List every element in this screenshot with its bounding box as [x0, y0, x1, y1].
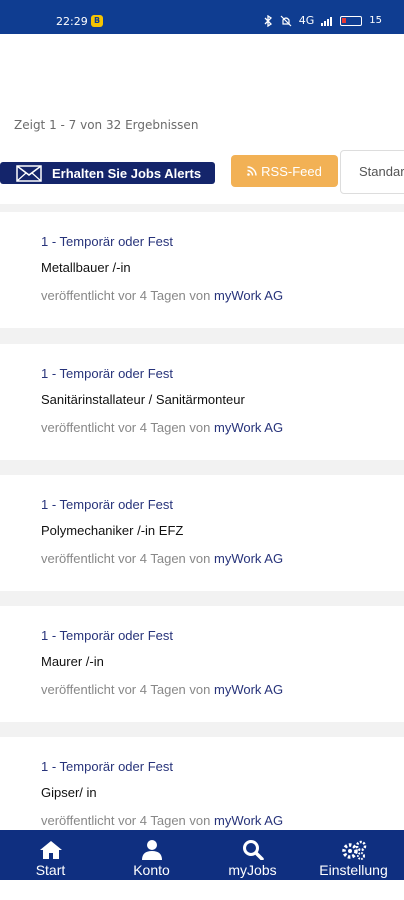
job-alerts-label: Erhalten Sie Jobs Alerts [52, 165, 202, 181]
search-icon [242, 840, 264, 860]
signal-icon [321, 16, 333, 26]
battery-percent: 15 [369, 15, 382, 26]
rss-icon [247, 166, 257, 176]
nav-myjobs[interactable]: myJobs [202, 830, 303, 880]
job-company[interactable]: myWork AG [214, 551, 283, 566]
status-right: 4G 15 [263, 14, 382, 27]
nav-start[interactable]: Start [0, 830, 101, 880]
nav-einstellung[interactable]: Einstellung [303, 830, 404, 880]
status-bar: 22:29 B 4G 15 [0, 0, 404, 34]
job-meta: veröffentlicht vor 4 Tagen von myWork AG [41, 813, 283, 828]
battery-icon [340, 15, 363, 26]
job-meta: veröffentlicht vor 4 Tagen von myWork AG [41, 420, 283, 435]
job-card[interactable]: 1 - Temporär oder Fest Metallbauer /-in … [0, 212, 404, 328]
job-published: veröffentlicht vor 4 Tagen von [41, 682, 211, 697]
job-published: veröffentlicht vor 4 Tagen von [41, 813, 211, 828]
user-icon [141, 840, 162, 860]
job-company[interactable]: myWork AG [214, 682, 283, 697]
system-nav-area [0, 880, 404, 900]
job-card[interactable]: 1 - Temporär oder Fest Sanitärinstallate… [0, 344, 404, 460]
job-published: veröffentlicht vor 4 Tagen von [41, 288, 211, 303]
nav-myjobs-label: myJobs [228, 862, 277, 878]
gears-icon [341, 840, 366, 860]
status-time: 22:29 [56, 15, 88, 28]
job-company[interactable]: myWork AG [214, 288, 283, 303]
sort-select[interactable]: Standard [340, 150, 404, 194]
job-title[interactable]: Polymechaniker /-in EFZ [41, 523, 183, 538]
job-published: veröffentlicht vor 4 Tagen von [41, 420, 211, 435]
bluetooth-icon [264, 14, 272, 27]
job-company[interactable]: myWork AG [214, 813, 283, 828]
job-title[interactable]: Metallbauer /-in [41, 260, 131, 275]
nav-konto[interactable]: Konto [101, 830, 202, 880]
notification-icon: B [91, 15, 103, 27]
job-title[interactable]: Maurer /-in [41, 654, 104, 669]
bottom-nav: Start Konto myJobs Einstellung [0, 830, 404, 880]
job-meta: veröffentlicht vor 4 Tagen von myWork AG [41, 682, 283, 697]
job-company[interactable]: myWork AG [214, 420, 283, 435]
job-published: veröffentlicht vor 4 Tagen von [41, 551, 211, 566]
job-card[interactable]: 1 - Temporär oder Fest Maurer /-in veröf… [0, 606, 404, 722]
rss-feed-label: RSS-Feed [261, 163, 322, 179]
result-count: Zeigt 1 - 7 von 32 Ergebnissen [14, 118, 199, 132]
job-card[interactable]: 1 - Temporär oder Fest Polymechaniker /-… [0, 475, 404, 591]
nav-konto-label: Konto [133, 862, 170, 878]
job-title[interactable]: Sanitärinstallateur / Sanitärmonteur [41, 392, 245, 407]
rss-feed-button[interactable]: RSS-Feed [231, 155, 338, 187]
mute-icon [280, 15, 292, 26]
job-type: 1 - Temporär oder Fest [41, 497, 173, 512]
home-icon [39, 841, 62, 859]
mail-icon [16, 165, 42, 182]
job-meta: veröffentlicht vor 4 Tagen von myWork AG [41, 551, 283, 566]
job-title[interactable]: Gipser/ in [41, 785, 97, 800]
job-type: 1 - Temporär oder Fest [41, 628, 173, 643]
nav-start-label: Start [35, 862, 66, 878]
job-alerts-button[interactable]: Erhalten Sie Jobs Alerts [0, 162, 215, 184]
job-type: 1 - Temporär oder Fest [41, 234, 173, 249]
job-meta: veröffentlicht vor 4 Tagen von myWork AG [41, 288, 283, 303]
nav-einstellung-label: Einstellung [319, 862, 388, 878]
job-type: 1 - Temporär oder Fest [41, 759, 173, 774]
signal-label: 4G [298, 14, 315, 27]
job-type: 1 - Temporär oder Fest [41, 366, 173, 381]
